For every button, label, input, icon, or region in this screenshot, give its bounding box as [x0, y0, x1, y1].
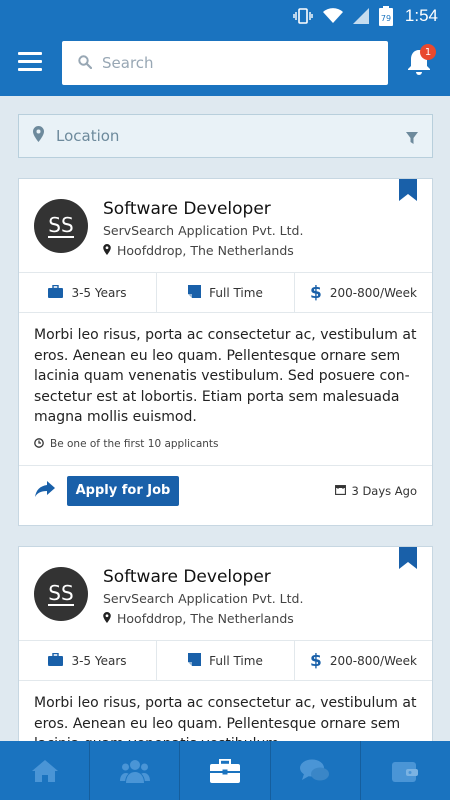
- experience-text: 3-5 Years: [71, 285, 127, 300]
- bookmark-icon[interactable]: [399, 547, 417, 573]
- battery-icon: 79: [378, 6, 393, 26]
- nav-jobs[interactable]: [180, 741, 271, 800]
- status-bar: 79 1:54: [0, 0, 450, 32]
- notifications-button[interactable]: 1: [406, 44, 436, 78]
- status-time: 1:54: [404, 6, 438, 25]
- map-pin-icon: [103, 611, 111, 626]
- job-title[interactable]: Software Developer: [103, 199, 271, 219]
- bottom-nav: [0, 741, 450, 800]
- vibrate-icon: [293, 7, 313, 25]
- search-input[interactable]: [102, 54, 362, 72]
- search-box[interactable]: [62, 41, 388, 85]
- salary-text: 200-800/Week: [329, 285, 417, 300]
- calendar-icon: [335, 484, 347, 498]
- nav-wallet[interactable]: [361, 741, 450, 800]
- posted-date: 3 Days Ago: [335, 484, 417, 498]
- notification-badge: 1: [420, 44, 436, 60]
- salary-cell: $ 200-800/Week: [295, 641, 432, 680]
- job-location: Hoofddrop, The Netherlands: [103, 243, 294, 258]
- salary-cell: $ 200-800/Week: [295, 273, 432, 312]
- home-icon: [31, 759, 58, 782]
- briefcase-icon: [48, 652, 64, 669]
- avatar-initials: SS: [48, 213, 74, 238]
- salary-text: 200-800/Week: [329, 653, 417, 668]
- job-actions: Apply for Job 3 Days Ago: [19, 464, 432, 515]
- signal-icon: [352, 8, 369, 24]
- app-header: 1: [0, 32, 450, 96]
- job-type-icon: [188, 284, 202, 301]
- nav-people[interactable]: [90, 741, 181, 800]
- experience-text: 3-5 Years: [71, 653, 127, 668]
- menu-icon-bar: [18, 60, 42, 63]
- job-card[interactable]: SS Software Developer ServSearch Applica…: [18, 178, 433, 526]
- applicants-text: Be one of the first 10 applicants: [50, 438, 219, 450]
- job-location-text: Hoofddrop, The Netherlands: [117, 243, 294, 258]
- clock-icon: [34, 437, 44, 451]
- job-type-text: Full Time: [209, 285, 263, 300]
- job-type-cell: Full Time: [157, 273, 295, 312]
- job-card-header: SS Software Developer ServSearch Applica…: [19, 179, 432, 273]
- filter-icon[interactable]: [406, 129, 418, 148]
- company-name: ServSearch Application Pvt. Ltd.: [103, 591, 304, 606]
- chat-icon: [300, 759, 330, 780]
- bookmark-icon[interactable]: [399, 179, 417, 205]
- location-input[interactable]: [56, 127, 376, 145]
- avatar-initials: SS: [48, 581, 74, 606]
- menu-icon-bar: [18, 52, 42, 55]
- search-icon: [78, 54, 93, 73]
- map-pin-icon: [33, 126, 44, 146]
- applicants-note: Be one of the first 10 applicants: [19, 428, 432, 465]
- map-pin-icon: [103, 243, 111, 258]
- briefcase-icon: [48, 284, 64, 301]
- nav-messages[interactable]: [271, 741, 361, 800]
- job-type-text: Full Time: [209, 653, 263, 668]
- dollar-icon: $: [310, 282, 322, 303]
- job-meta: 3-5 Years Full Time $ 200-800/Week: [19, 641, 432, 681]
- job-meta: 3-5 Years Full Time $ 200-800/Week: [19, 273, 432, 313]
- menu-icon-bar: [18, 68, 42, 71]
- share-icon[interactable]: [35, 480, 55, 501]
- company-avatar: SS: [34, 199, 88, 253]
- dollar-icon: $: [310, 650, 322, 671]
- apply-button[interactable]: Apply for Job: [67, 475, 179, 506]
- users-icon: [119, 759, 150, 783]
- job-location-text: Hoofddrop, The Netherlands: [117, 611, 294, 626]
- menu-button[interactable]: [18, 52, 42, 72]
- job-type-icon: [188, 652, 202, 669]
- wallet-icon: [392, 761, 419, 782]
- job-title[interactable]: Software Developer: [103, 567, 271, 587]
- job-location: Hoofddrop, The Netherlands: [103, 611, 294, 626]
- job-card[interactable]: SS Software Developer ServSearch Applica…: [18, 546, 433, 766]
- wifi-icon: [322, 8, 343, 24]
- battery-level: 79: [381, 14, 391, 23]
- company-avatar: SS: [34, 567, 88, 621]
- job-card-header: SS Software Developer ServSearch Applica…: [19, 547, 432, 641]
- briefcase-icon: [210, 758, 240, 783]
- experience-cell: 3-5 Years: [19, 641, 157, 680]
- nav-home[interactable]: [0, 741, 91, 800]
- location-filter[interactable]: [18, 114, 433, 158]
- posted-text: 3 Days Ago: [351, 483, 417, 498]
- job-description: Morbi leo risus, porta ac consectetur ac…: [34, 327, 417, 425]
- company-name: ServSearch Application Pvt. Ltd.: [103, 223, 304, 238]
- job-type-cell: Full Time: [157, 641, 295, 680]
- experience-cell: 3-5 Years: [19, 273, 157, 312]
